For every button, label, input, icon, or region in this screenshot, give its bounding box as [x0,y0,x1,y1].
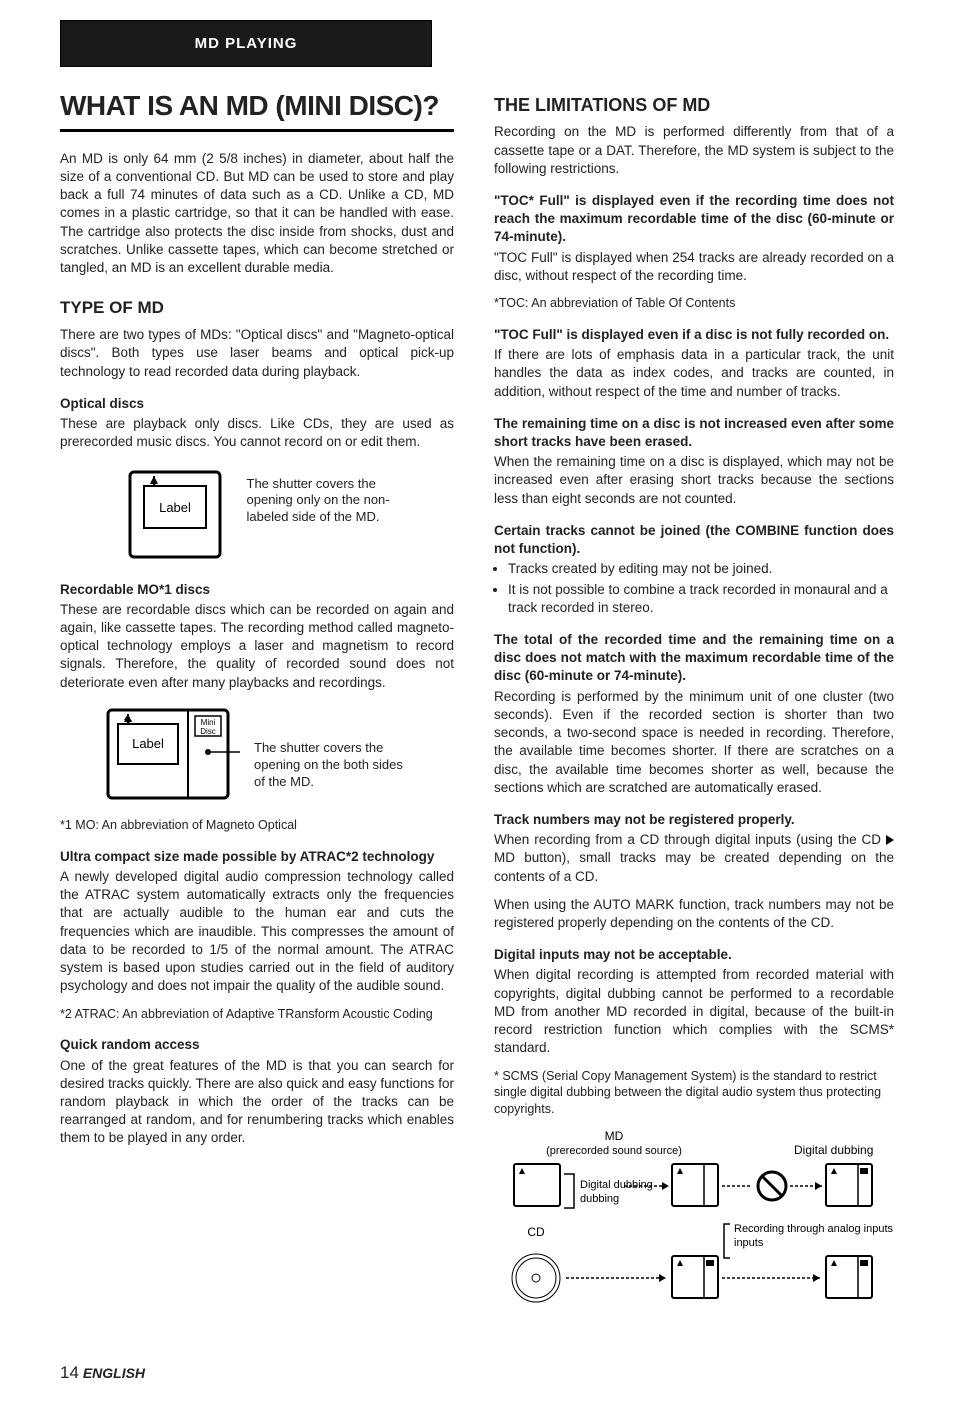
diag1-caption: The shutter covers the opening only on t… [247,462,397,527]
scms-note: * SCMS (Serial Copy Management System) i… [494,1068,894,1119]
limitations-title: THE LIMITATIONS OF MD [494,93,894,117]
type-intro: There are two types of MDs: "Optical dis… [60,326,454,381]
total-heading: The total of the recorded time and the r… [494,631,894,686]
svg-text:Digital dubbing: Digital dubbing [580,1179,653,1191]
svg-text:Recording through analog input: Recording through analog inputs [734,1223,894,1235]
svg-text:Digital dubbing: Digital dubbing [794,1143,873,1157]
page-language: ENGLISH [83,1365,145,1381]
optical-body: These are playback only discs. Like CDs,… [60,415,454,451]
track-heading: Track numbers may not be registered prop… [494,811,894,829]
combine-bullet-1: Tracks created by editing may not be joi… [508,560,894,578]
toc-not-full-body: If there are lots of emphasis data in a … [494,346,894,401]
optical-diagram: Label The shutter covers the opening onl… [60,462,454,567]
optical-disc-svg: Label [118,462,233,567]
atrac-heading: Ultra compact size made possible by ATRA… [60,848,454,866]
quick-heading: Quick random access [60,1036,454,1054]
remaining-body: When the remaining time on a disc is dis… [494,453,894,508]
svg-text:(prerecorded sound source): (prerecorded sound source) [546,1145,682,1157]
optical-heading: Optical discs [60,395,454,413]
toc-not-full-heading: "TOC Full" is displayed even if a disc i… [494,326,894,344]
type-heading: TYPE OF MD [60,297,454,320]
diag2-label-text: Label [132,736,164,751]
combine-bullet-2: It is not possible to combine a track re… [508,581,894,617]
digital-heading: Digital inputs may not be acceptable. [494,946,894,964]
recordable-disc-svg: Label Mini Disc [100,702,240,807]
track-body2: When using the AUTO MARK function, track… [494,896,894,932]
toc-note: *TOC: An abbreviation of Table Of Conten… [494,295,894,312]
footnote-atrac: *2 ATRAC: An abbreviation of Adaptive TR… [60,1006,454,1023]
intro-paragraph: An MD is only 64 mm (2 5/8 inches) in di… [60,150,454,278]
svg-text:inputs: inputs [734,1237,764,1249]
svg-text:MD: MD [605,1129,624,1143]
svg-text:Mini: Mini [201,718,216,727]
title-underline [60,129,454,132]
diag2-caption: The shutter covers the opening on the bo… [254,702,414,791]
remaining-heading: The remaining time on a disc is not incr… [494,415,894,451]
limitations-intro: Recording on the MD is performed differe… [494,123,894,178]
left-column: WHAT IS AN MD (MINI DISC)? An MD is only… [60,87,454,1333]
combine-heading: Certain tracks cannot be joined (the COM… [494,522,894,558]
recordable-body: These are recordable discs which can be … [60,601,454,692]
recordable-diagram: Label Mini Disc The shutter covers the o… [60,702,454,807]
svg-text:Disc: Disc [200,727,216,736]
scms-diagram-svg: MD (prerecorded sound source) Digital du… [494,1128,894,1318]
diag1-label-text: Label [159,500,191,515]
svg-text:CD: CD [527,1225,545,1239]
right-column: THE LIMITATIONS OF MD Recording on the M… [494,87,894,1333]
toc-full-body: "TOC Full" is displayed when 254 tracks … [494,249,894,285]
combine-bullets: Tracks created by editing may not be joi… [494,560,894,617]
footnote-mo: *1 MO: An abbreviation of Magneto Optica… [60,817,454,834]
digital-body: When digital recording is attempted from… [494,966,894,1057]
atrac-body: A newly developed digital audio compress… [60,868,454,996]
track-body1-prefix: When recording from a CD through digital… [494,832,886,847]
page-footer: 14 ENGLISH [60,1363,894,1383]
svg-text:dubbing: dubbing [580,1193,619,1205]
quick-body: One of the great features of the MD is t… [60,1057,454,1148]
section-tab: MD PLAYING [60,20,432,67]
scms-diagram: MD (prerecorded sound source) Digital du… [494,1128,894,1323]
main-title: WHAT IS AN MD (MINI DISC)? [60,87,454,125]
total-body: Recording is performed by the minimum un… [494,688,894,797]
play-icon [886,835,894,845]
recordable-heading: Recordable MO*1 discs [60,581,454,599]
track-body1: When recording from a CD through digital… [494,831,894,886]
track-body1-suffix: MD button), small tracks may be created … [494,850,894,883]
page-number: 14 [60,1363,79,1382]
toc-full-heading: "TOC* Full" is displayed even if the rec… [494,192,894,247]
